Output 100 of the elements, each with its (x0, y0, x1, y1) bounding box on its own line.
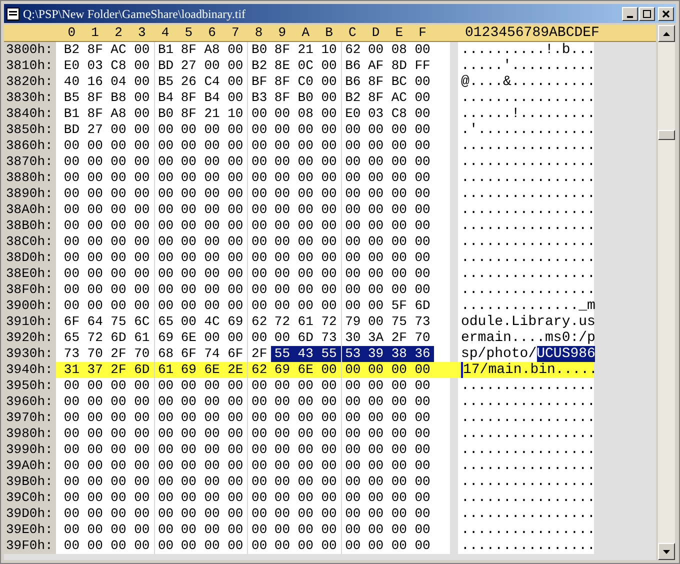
hex-byte[interactable]: 00 (364, 522, 388, 538)
maximize-button[interactable] (639, 6, 655, 20)
hex-byte[interactable]: 00 (294, 234, 318, 250)
hex-byte[interactable]: 00 (317, 410, 341, 426)
hex-byte[interactable]: 00 (364, 474, 388, 490)
hex-byte[interactable]: 69 (224, 314, 248, 330)
hex-byte[interactable]: 00 (60, 474, 84, 490)
hex-byte[interactable]: 00 (224, 122, 248, 138)
hex-byte[interactable]: 00 (387, 394, 411, 410)
hex-byte[interactable]: 00 (270, 266, 294, 282)
hex-byte[interactable]: 70 (410, 330, 434, 346)
hex-byte[interactable]: 00 (364, 538, 388, 554)
hex-byte[interactable]: 72 (270, 314, 294, 330)
hex-byte[interactable]: 00 (364, 138, 388, 154)
hex-byte[interactable]: 00 (410, 122, 434, 138)
hex-byte[interactable]: 26 (176, 74, 200, 90)
hex-byte[interactable]: 00 (106, 234, 130, 250)
hex-byte[interactable]: 00 (270, 154, 294, 170)
hex-byte[interactable]: 00 (410, 250, 434, 266)
hex-byte[interactable]: 00 (364, 458, 388, 474)
hex-byte[interactable]: 08 (294, 106, 318, 122)
hex-byte[interactable]: 00 (294, 298, 318, 314)
hex-byte[interactable]: 00 (224, 538, 248, 554)
hex-byte[interactable]: 00 (106, 378, 130, 394)
hex-byte[interactable]: 00 (294, 122, 318, 138)
hex-byte[interactable]: 00 (130, 506, 154, 522)
hex-byte[interactable]: 69 (270, 362, 294, 378)
hex-byte[interactable]: 00 (317, 58, 341, 74)
hex-byte[interactable]: 31 (60, 362, 84, 378)
hex-byte[interactable]: 03 (364, 106, 388, 122)
hex-byte[interactable]: 00 (200, 506, 224, 522)
hex-byte[interactable]: 00 (270, 442, 294, 458)
hex-byte[interactable]: 00 (200, 234, 224, 250)
hex-byte[interactable]: 43 (294, 346, 318, 362)
hex-byte[interactable]: 00 (130, 394, 154, 410)
hex-byte[interactable]: 00 (176, 394, 200, 410)
hex-byte[interactable]: 75 (106, 314, 130, 330)
hex-byte[interactable]: 00 (317, 90, 341, 106)
hex-byte[interactable]: 00 (176, 442, 200, 458)
hex-byte[interactable]: 00 (410, 410, 434, 426)
hex-byte[interactable]: 6F (224, 346, 248, 362)
hex-byte[interactable]: 00 (176, 170, 200, 186)
hex-byte[interactable]: 00 (317, 378, 341, 394)
hex-byte[interactable]: 00 (130, 410, 154, 426)
hex-byte[interactable]: 00 (294, 266, 318, 282)
hex-byte[interactable]: 00 (410, 266, 434, 282)
hex-byte[interactable]: 00 (410, 458, 434, 474)
hex-byte[interactable]: 00 (176, 298, 200, 314)
hex-byte[interactable]: 00 (364, 378, 388, 394)
hex-byte[interactable]: 00 (154, 538, 177, 554)
hex-byte[interactable]: 00 (106, 458, 130, 474)
hex-byte[interactable]: 00 (83, 218, 107, 234)
hex-byte[interactable]: 55 (317, 346, 341, 362)
hex-byte[interactable]: 00 (200, 298, 224, 314)
hex-byte[interactable]: 00 (60, 234, 84, 250)
hex-byte[interactable]: 00 (106, 394, 130, 410)
hex-byte[interactable]: 00 (364, 394, 388, 410)
hex-byte[interactable]: 00 (340, 538, 364, 554)
hex-byte[interactable]: 00 (106, 266, 130, 282)
hex-byte[interactable]: 00 (317, 506, 341, 522)
hex-byte[interactable]: 39 (364, 346, 388, 362)
hex-byte[interactable]: 21 (200, 106, 224, 122)
hex-byte[interactable]: 8F (176, 42, 200, 58)
hex-byte[interactable]: 00 (410, 442, 434, 458)
hex-byte[interactable]: B1 (60, 106, 84, 122)
hex-byte[interactable]: 61 (294, 314, 318, 330)
hex-byte[interactable]: 64 (83, 314, 107, 330)
hex-byte[interactable]: 00 (387, 410, 411, 426)
hex-byte[interactable]: 00 (106, 250, 130, 266)
hex-byte[interactable]: 00 (410, 90, 434, 106)
hex-byte[interactable]: 00 (294, 490, 318, 506)
hex-byte[interactable]: 00 (270, 506, 294, 522)
hex-byte[interactable]: 00 (130, 474, 154, 490)
hex-byte[interactable]: 00 (410, 186, 434, 202)
hex-byte[interactable]: 00 (317, 218, 341, 234)
hex-byte[interactable]: 00 (176, 426, 200, 442)
hex-byte[interactable]: 00 (364, 490, 388, 506)
hex-byte[interactable]: 00 (224, 298, 248, 314)
hex-byte[interactable]: AC (106, 42, 130, 58)
hex-byte[interactable]: 00 (176, 154, 200, 170)
hex-byte[interactable]: 00 (130, 442, 154, 458)
hex-byte[interactable]: 21 (294, 42, 318, 58)
hex-byte[interactable]: 00 (387, 490, 411, 506)
hex-byte[interactable]: 00 (364, 202, 388, 218)
vertical-scrollbar[interactable] (658, 25, 675, 560)
hex-byte[interactable]: 00 (224, 282, 248, 298)
hex-byte[interactable]: 2F (387, 330, 411, 346)
hex-byte[interactable]: 00 (200, 186, 224, 202)
hex-byte[interactable]: 00 (83, 170, 107, 186)
hex-byte[interactable]: 00 (387, 218, 411, 234)
hex-byte[interactable]: 00 (200, 218, 224, 234)
hex-byte[interactable]: 00 (294, 458, 318, 474)
hex-byte[interactable]: 00 (317, 170, 341, 186)
hex-byte[interactable]: 00 (176, 266, 200, 282)
hex-byte[interactable]: 00 (200, 426, 224, 442)
hex-byte[interactable]: B0 (294, 90, 318, 106)
hex-byte[interactable]: 00 (224, 202, 248, 218)
hex-byte[interactable]: 00 (200, 202, 224, 218)
hex-byte[interactable]: 00 (130, 538, 154, 554)
hex-byte[interactable]: 00 (200, 282, 224, 298)
